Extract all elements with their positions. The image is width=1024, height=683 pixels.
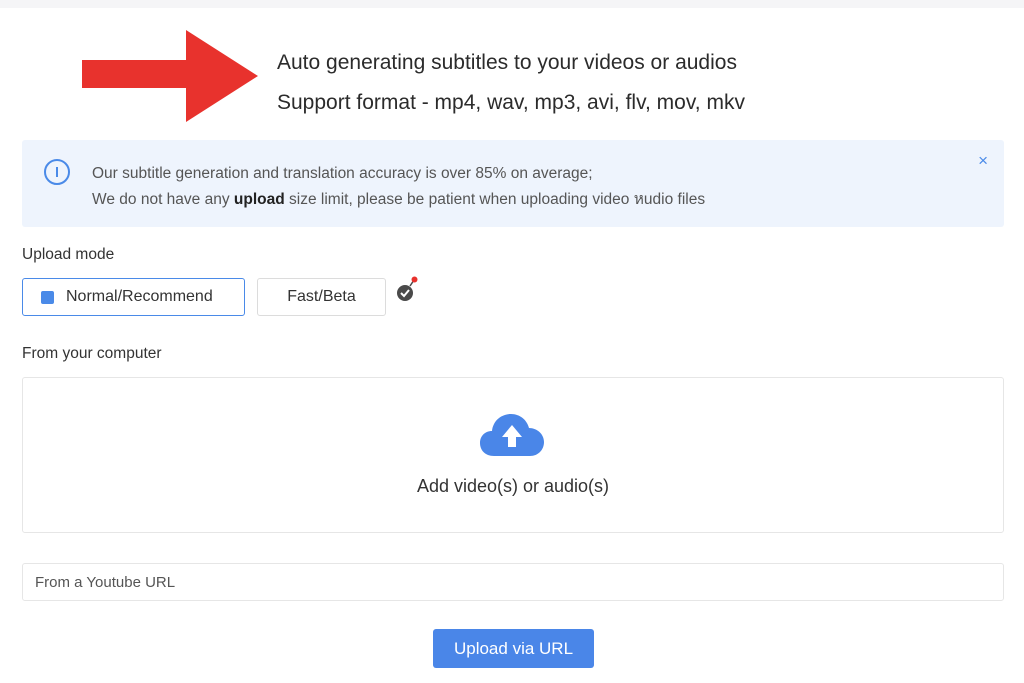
top-strip: [0, 0, 1024, 8]
info-notice: Our subtitle generation and translation …: [22, 140, 1004, 227]
red-arrow-right-icon: [82, 30, 258, 122]
headline-line-2: Support format - mp4, wav, mp3, avi, flv…: [277, 91, 745, 114]
file-dropzone[interactable]: Add video(s) or audio(s): [22, 377, 1004, 533]
dropzone-text: Add video(s) or audio(s): [416, 476, 610, 496]
mode-normal-button[interactable]: Normal/Recommend: [22, 278, 245, 316]
notice-line-1: Our subtitle generation and translation …: [92, 165, 593, 182]
notice-line-2: We do not have any upload size limit, pl…: [92, 187, 705, 213]
notice-line-2-end: size limit, please be patient when uploa…: [284, 191, 706, 208]
selected-checkbox-icon: [41, 290, 54, 304]
notice-text: Our subtitle generation and translation …: [92, 161, 705, 213]
headline-line-1: Auto generating subtitles to your videos…: [277, 51, 737, 74]
from-computer-label: From your computer: [22, 345, 162, 362]
notice-line-2-start: We do not have any: [92, 191, 234, 208]
mode-fast-button[interactable]: Fast/Beta: [257, 278, 386, 316]
notice-upload-bold: upload: [233, 191, 285, 208]
info-circle-icon: [44, 159, 70, 185]
upload-mode-label: Upload mode: [22, 246, 115, 263]
cloud-upload-icon: [480, 414, 544, 456]
mode-normal-label: Normal/Recommend: [66, 288, 213, 305]
check-badge-icon[interactable]: [396, 276, 418, 302]
headline: Auto generating subtitles to your videos…: [277, 43, 745, 123]
upload-via-url-button[interactable]: Upload via URL: [433, 629, 594, 668]
youtube-url-input[interactable]: [22, 563, 1004, 601]
close-icon[interactable]: ×: [978, 151, 988, 171]
mode-fast-label: Fast/Beta: [287, 288, 356, 305]
